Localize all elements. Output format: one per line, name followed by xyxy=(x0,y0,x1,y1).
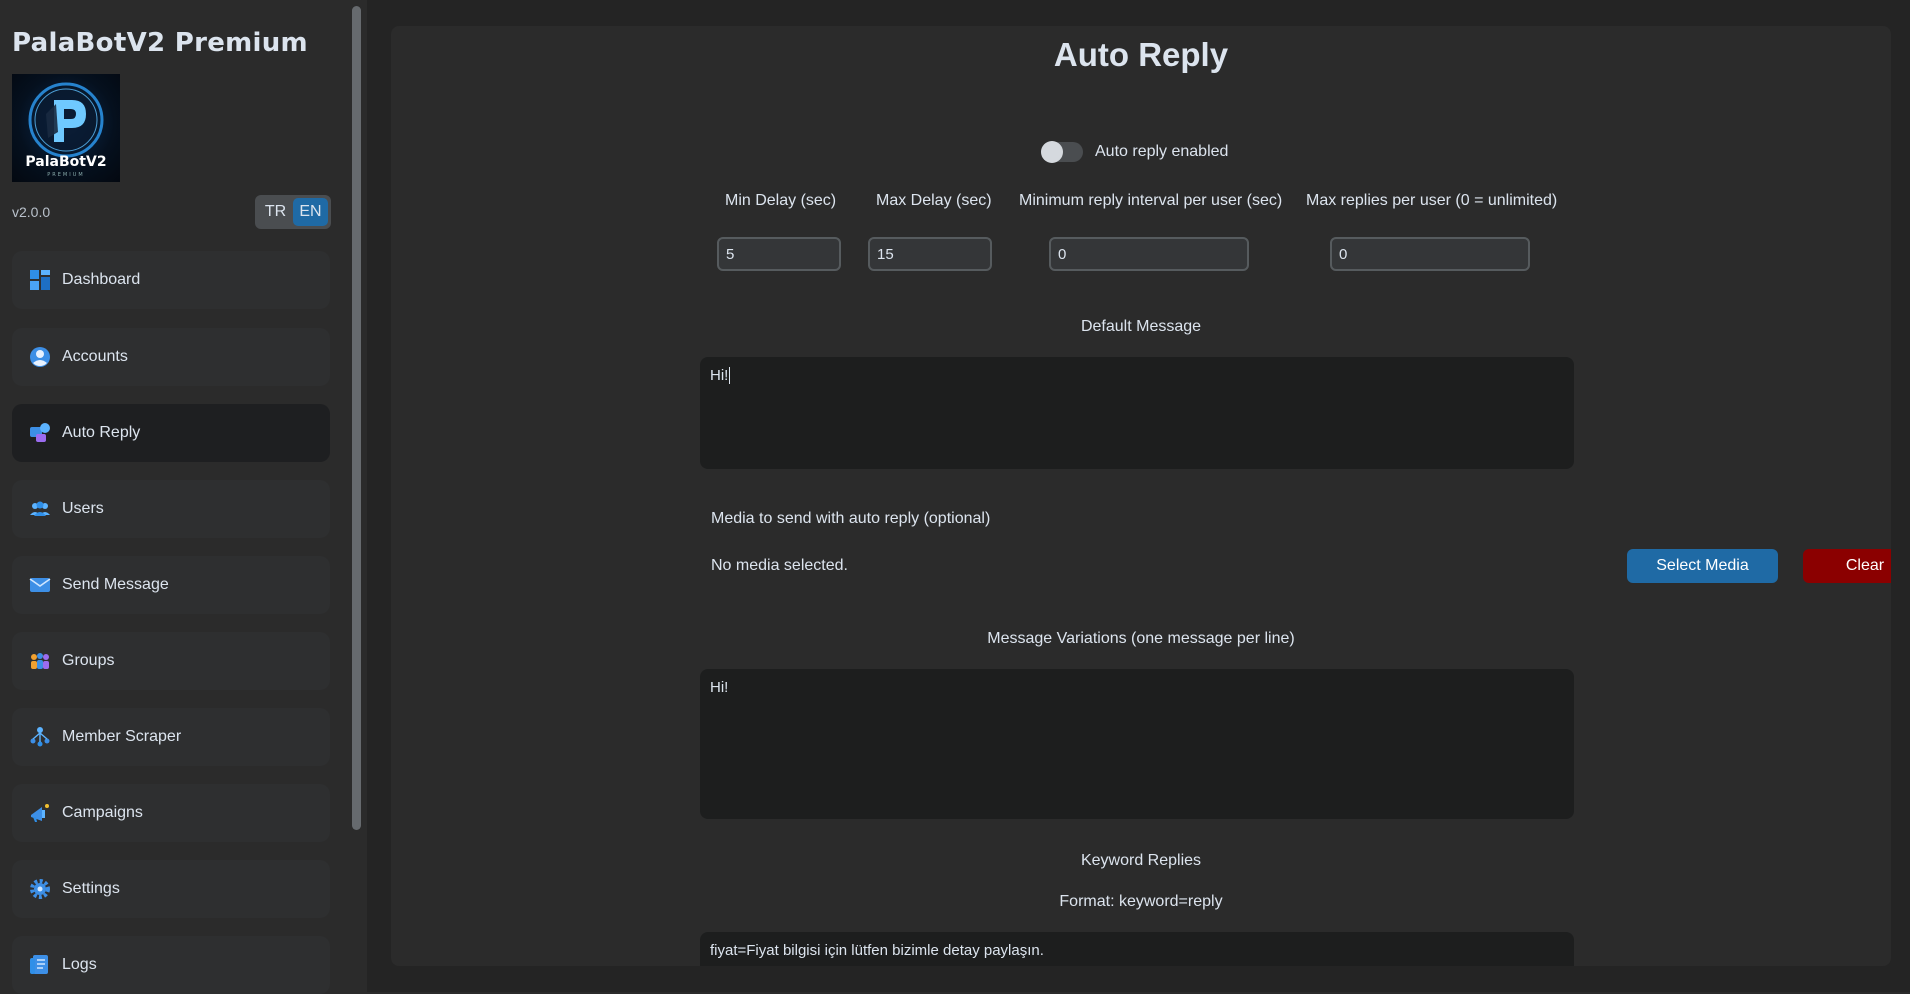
keyword-replies-label: Keyword Replies xyxy=(1080,852,1202,869)
auto-reply-panel: Auto Reply Auto reply enabled Min Delay … xyxy=(391,26,1891,966)
auto-reply-icon xyxy=(28,421,52,445)
app-version: v2.0.0 xyxy=(12,204,51,220)
lang-en-button[interactable]: EN xyxy=(293,198,328,226)
sidebar-item-label: Users xyxy=(62,500,104,517)
variations-label: Message Variations (one message per line… xyxy=(987,630,1295,647)
language-switch[interactable]: TR EN xyxy=(255,195,331,229)
gear-icon xyxy=(28,877,52,901)
sidebar-item-dashboard[interactable]: Dashboard xyxy=(12,251,330,309)
sidebar-item-users[interactable]: Users xyxy=(12,480,330,538)
min-delay-label: Min Delay (sec) xyxy=(725,192,837,209)
media-label: Media to send with auto reply (optional) xyxy=(711,510,991,527)
main-area: Auto Reply Auto reply enabled Min Delay … xyxy=(367,0,1910,992)
min-delay-input[interactable]: 5 xyxy=(717,237,841,271)
max-replies-label: Max replies per user (0 = unlimited) xyxy=(1306,192,1558,209)
default-message-textarea[interactable]: Hi! xyxy=(700,357,1574,469)
sidebar-item-label: Send Message xyxy=(62,576,169,593)
keyword-format-hint: Format: keyword=reply xyxy=(1059,893,1223,910)
sidebar-item-label: Accounts xyxy=(62,348,128,365)
sidebar-scrollbar[interactable] xyxy=(352,6,361,830)
auto-reply-toggle-label: Auto reply enabled xyxy=(1095,143,1229,160)
min-interval-label: Minimum reply interval per user (sec) xyxy=(1019,192,1283,209)
dashboard-icon xyxy=(28,268,52,292)
users-icon xyxy=(28,497,52,521)
text-caret xyxy=(729,367,731,384)
page-title: Auto Reply xyxy=(1053,36,1229,73)
lang-tr-button[interactable]: TR xyxy=(258,198,293,226)
logs-icon xyxy=(28,953,52,977)
auto-reply-toggle[interactable] xyxy=(1041,141,1083,163)
sidebar-item-label: Auto Reply xyxy=(62,424,141,441)
keyword-replies-textarea[interactable]: fiyat=Fiyat bilgisi için lütfen bizimle … xyxy=(700,932,1574,966)
app-logo: PalaBotV2 PREMIUM xyxy=(12,74,120,182)
auto-reply-toggle-row[interactable]: Auto reply enabled xyxy=(1041,141,1229,163)
variations-text: Hi! xyxy=(710,679,729,696)
select-media-button[interactable]: Select Media xyxy=(1627,549,1778,583)
sidebar-item-groups[interactable]: Groups xyxy=(12,632,330,690)
default-message-label: Default Message xyxy=(1080,318,1202,335)
sidebar-item-accounts[interactable]: Accounts xyxy=(12,328,330,386)
svg-text:PREMIUM: PREMIUM xyxy=(47,172,84,178)
max-delay-input[interactable]: 15 xyxy=(868,237,992,271)
sidebar-item-send-message[interactable]: Send Message xyxy=(12,556,330,614)
app-title: PalaBotV2 Premium xyxy=(12,28,308,58)
scraper-icon xyxy=(28,725,52,749)
sidebar: PalaBotV2 Premium PalaBotV2 PREMIUM v2.0… xyxy=(0,0,366,994)
groups-icon xyxy=(28,649,52,673)
sidebar-item-label: Member Scraper xyxy=(62,728,182,745)
sidebar-item-auto-reply[interactable]: Auto Reply xyxy=(12,404,330,462)
toggle-knob xyxy=(1041,141,1063,163)
sidebar-item-label: Settings xyxy=(62,880,120,897)
sidebar-item-logs[interactable]: Logs xyxy=(12,936,330,994)
sidebar-item-member-scraper[interactable]: Member Scraper xyxy=(12,708,330,766)
sidebar-item-label: Logs xyxy=(62,956,97,973)
clear-media-button[interactable]: Clear xyxy=(1803,549,1891,583)
sidebar-item-label: Campaigns xyxy=(62,804,143,821)
max-replies-input[interactable]: 0 xyxy=(1330,237,1530,271)
max-delay-label: Max Delay (sec) xyxy=(876,192,992,209)
variations-textarea[interactable]: Hi! xyxy=(700,669,1574,819)
svg-text:PalaBotV2: PalaBotV2 xyxy=(25,154,106,170)
sidebar-item-label: Dashboard xyxy=(62,271,141,288)
sidebar-item-label: Groups xyxy=(62,652,115,669)
default-message-text: Hi! xyxy=(710,367,729,384)
media-status: No media selected. xyxy=(711,557,848,574)
campaign-icon xyxy=(28,801,52,825)
keyword-replies-text: fiyat=Fiyat bilgisi için lütfen bizimle … xyxy=(710,942,1044,959)
account-icon xyxy=(28,345,52,369)
sidebar-item-settings[interactable]: Settings xyxy=(12,860,330,918)
envelope-icon xyxy=(28,573,52,597)
sidebar-item-campaigns[interactable]: Campaigns xyxy=(12,784,330,842)
min-interval-input[interactable]: 0 xyxy=(1049,237,1249,271)
